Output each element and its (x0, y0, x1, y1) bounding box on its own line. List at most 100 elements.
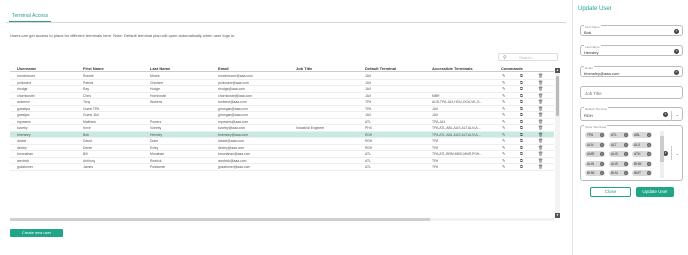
col-accessible-terminals[interactable]: Accessible Terminals (432, 66, 473, 71)
edit-icon[interactable]: ✎ (502, 138, 505, 144)
copy-icon[interactable]: ⧉ (520, 138, 523, 144)
delete-icon[interactable]: 🗑 (538, 119, 543, 125)
delete-icon[interactable]: 🗑 (538, 80, 543, 86)
default-terminal-select[interactable]: Default Terminal RDH × ⌄ (580, 107, 683, 121)
copy-icon[interactable]: ⧉ (520, 93, 523, 99)
remove-chip-icon[interactable]: × (624, 152, 628, 156)
remove-chip-icon[interactable]: × (647, 133, 651, 137)
clear-first-name-icon[interactable]: × (674, 29, 679, 34)
edit-icon[interactable]: ✎ (502, 99, 505, 105)
edit-icon[interactable]: ✎ (502, 80, 505, 86)
terminal-chip[interactable]: ABL × (632, 132, 652, 138)
copy-icon[interactable]: ⧉ (520, 112, 523, 118)
terminal-chip[interactable]: ALT × (609, 141, 629, 148)
edit-icon[interactable]: ✎ (502, 125, 505, 131)
table-horizontal-scrollbar[interactable] (10, 218, 554, 221)
clear-email-icon[interactable]: × (674, 70, 679, 75)
remove-chip-icon[interactable]: × (600, 133, 604, 137)
remove-chip-icon[interactable]: × (600, 161, 604, 166)
copy-icon[interactable]: ⧉ (520, 145, 523, 151)
scroll-down-arrow-icon[interactable]: ▼ (555, 213, 560, 218)
terminal-chip[interactable]: ALN × (585, 141, 605, 148)
delete-icon[interactable]: 🗑 (538, 73, 543, 79)
remove-chip-icon[interactable]: × (624, 133, 628, 137)
terminal-chip[interactable]: BHM × (585, 170, 605, 176)
copy-icon[interactable]: ⧉ (520, 119, 523, 125)
delete-icon[interactable]: 🗑 (538, 125, 543, 131)
delete-icon[interactable]: 🗑 (538, 132, 543, 138)
first-name-field[interactable]: First Name Bob × (580, 25, 683, 36)
copy-icon[interactable]: ⧉ (520, 106, 523, 112)
delete-icon[interactable]: 🗑 (538, 99, 543, 105)
edit-icon[interactable]: ✎ (502, 132, 505, 138)
remove-chip-icon[interactable]: × (647, 152, 651, 156)
remove-chip-icon[interactable]: × (600, 152, 604, 156)
remove-chip-icon[interactable]: × (647, 161, 651, 166)
col-first-name[interactable]: First Name (83, 66, 104, 71)
edit-icon[interactable]: ✎ (502, 119, 505, 125)
edit-icon[interactable]: ✎ (502, 86, 505, 92)
remove-chip-icon[interactable]: × (647, 142, 651, 147)
copy-icon[interactable]: ⧉ (520, 151, 523, 157)
remove-chip-icon[interactable]: × (600, 142, 604, 147)
search-box[interactable]: ⚲ Search... (498, 53, 558, 61)
col-default-terminal[interactable]: Default Terminal (365, 66, 396, 71)
col-email[interactable]: Email (218, 66, 229, 71)
edit-icon[interactable]: ✎ (502, 164, 505, 170)
delete-icon[interactable]: 🗑 (538, 138, 543, 144)
col-job-title[interactable]: Job Title (296, 66, 312, 71)
chips-scroll-thumb[interactable] (660, 136, 664, 162)
remove-chip-icon[interactable]: × (624, 161, 628, 166)
create-new-user-button[interactable]: Create new user (10, 229, 63, 237)
terminal-chip[interactable]: BMT × (632, 170, 652, 176)
close-button[interactable]: Close (590, 187, 631, 197)
edit-icon[interactable]: ✎ (502, 151, 505, 157)
edit-icon[interactable]: ✎ (502, 145, 505, 151)
horizontal-scroll-thumb[interactable] (10, 218, 430, 221)
chevron-down-icon[interactable]: ⌄ (676, 112, 679, 117)
scroll-up-arrow-icon[interactable]: ▲ (555, 68, 560, 73)
terminal-chip[interactable]: AUS × (609, 160, 629, 167)
remove-chip-icon[interactable]: × (624, 142, 628, 147)
terminal-chip[interactable]: ALX × (632, 141, 652, 148)
delete-icon[interactable]: 🗑 (538, 112, 543, 118)
email-field[interactable]: Email bhensley@aaa.com × (580, 66, 683, 77)
last-name-field[interactable]: Last Name Hensley × (580, 45, 683, 56)
terminal-chip[interactable]: BLM × (609, 170, 629, 176)
terminal-chip[interactable]: AUN × (585, 160, 605, 167)
remove-chip-icon[interactable]: × (600, 171, 604, 175)
delete-icon[interactable]: 🗑 (538, 151, 543, 157)
terminal-chip[interactable]: ATH × (632, 151, 652, 157)
terminal-chip[interactable]: TPA × (585, 132, 605, 138)
job-title-field[interactable]: Job Title (580, 86, 683, 99)
edit-icon[interactable]: ✎ (502, 73, 505, 79)
copy-icon[interactable]: ⧉ (520, 132, 523, 138)
terminal-chip[interactable]: AMR × (585, 151, 605, 157)
tab-terminal-access[interactable]: Terminal Access (9, 13, 52, 22)
edit-icon[interactable]: ✎ (502, 112, 505, 118)
delete-icon[interactable]: 🗑 (538, 106, 543, 112)
delete-icon[interactable]: 🗑 (538, 86, 543, 92)
edit-icon[interactable]: ✎ (502, 158, 505, 164)
delete-icon[interactable]: 🗑 (538, 93, 543, 99)
copy-icon[interactable]: ⧉ (520, 80, 523, 86)
chips-scrollbar[interactable] (660, 131, 664, 178)
clear-last-name-icon[interactable]: × (674, 49, 679, 54)
copy-icon[interactable]: ⧉ (520, 158, 523, 164)
delete-icon[interactable]: 🗑 (538, 145, 543, 151)
table-vertical-scrollbar[interactable]: ▲ ▼ (555, 68, 560, 218)
terminal-chip[interactable]: AUS × (609, 151, 629, 157)
remove-chip-icon[interactable]: × (647, 171, 651, 175)
copy-icon[interactable]: ⧉ (520, 73, 523, 79)
clear-default-terminal-icon[interactable]: × (663, 112, 668, 117)
terminal-chip[interactable]: ATL × (609, 132, 629, 138)
copy-icon[interactable]: ⧉ (520, 86, 523, 92)
copy-icon[interactable]: ⧉ (520, 99, 523, 105)
edit-icon[interactable]: ✎ (502, 106, 505, 112)
table-row[interactable]: jpolatomer James Polatomer jpolatomer@aaa.c… (10, 164, 554, 171)
chevron-down-icon[interactable]: ⌄ (676, 151, 679, 156)
delete-icon[interactable]: 🗑 (538, 164, 543, 170)
col-username[interactable]: Username (17, 66, 36, 71)
col-last-name[interactable]: Last Name (150, 66, 170, 71)
edit-icon[interactable]: ✎ (502, 93, 505, 99)
